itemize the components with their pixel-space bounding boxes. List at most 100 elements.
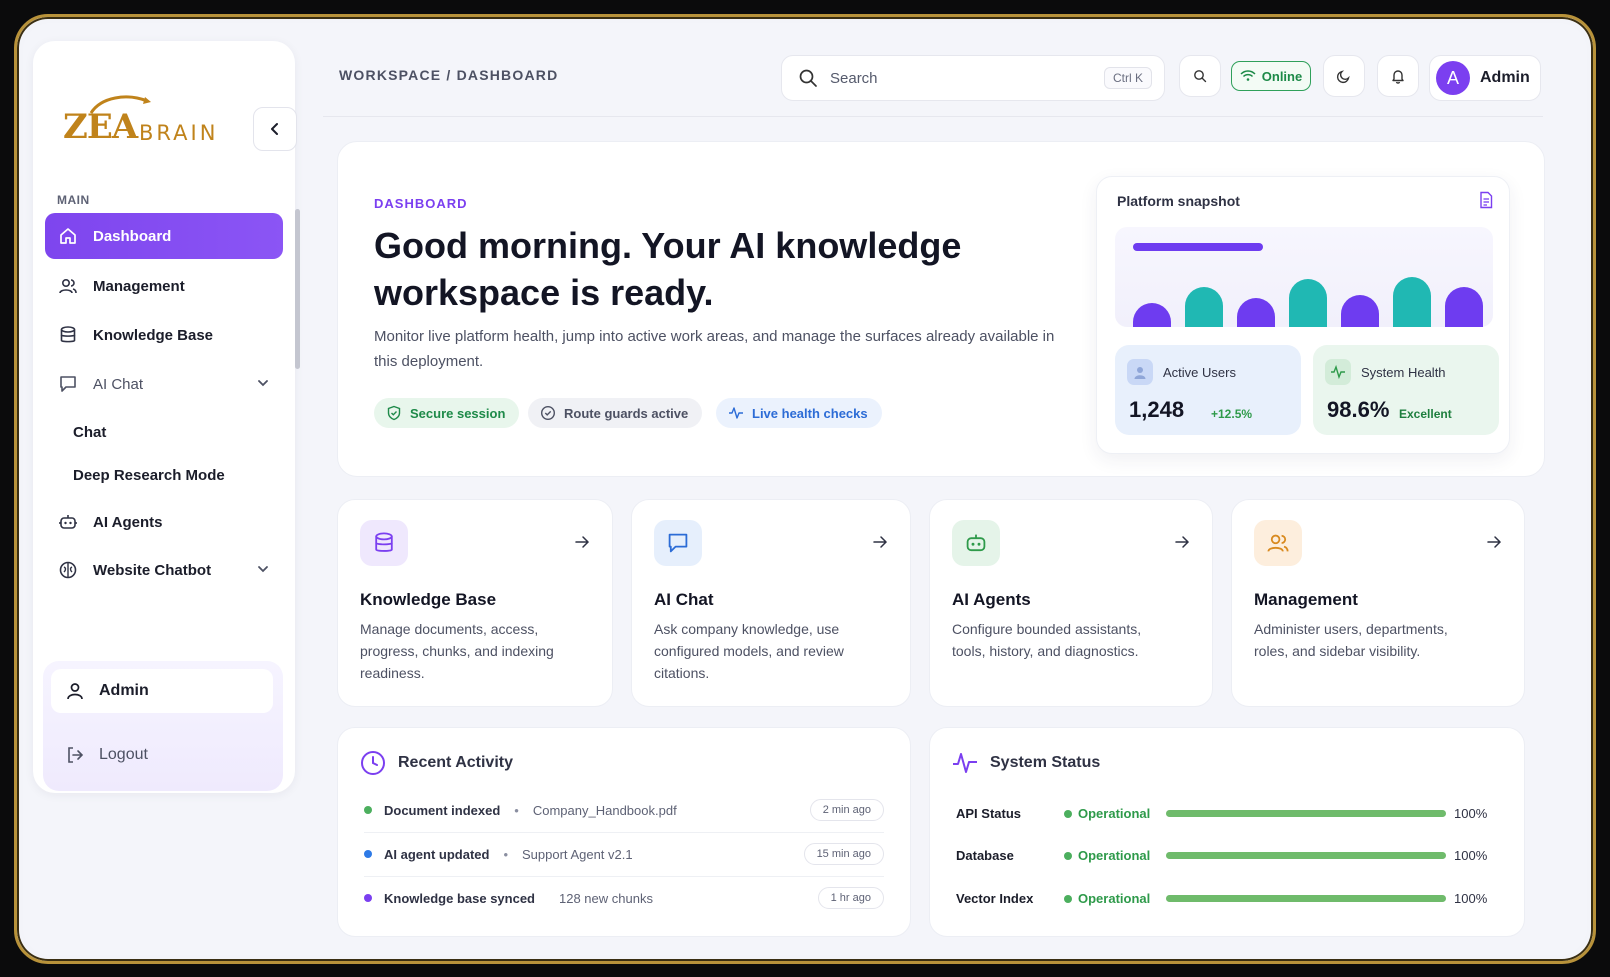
bot-icon [57, 511, 79, 533]
status-dot [1064, 895, 1072, 903]
snapshot-progress-line [1133, 243, 1263, 251]
chevron-left-icon [271, 123, 278, 135]
sidebar-item-label: Knowledge Base [93, 326, 214, 344]
status-dot [364, 850, 372, 858]
status-progress-fill [1166, 852, 1446, 859]
notifications-button[interactable] [1377, 55, 1419, 97]
sidebar-user-panel: Admin Logout [43, 661, 283, 791]
chip-live-health: Live health checks [716, 398, 882, 428]
status-dot [364, 894, 372, 902]
system-status-panel: System Status API Status Operational 100… [929, 727, 1525, 937]
stat-value: 98.6% [1327, 397, 1390, 422]
sidebar-item-label: AI Chat [93, 375, 144, 393]
feature-title: AI Chat [654, 590, 714, 609]
user-icon [65, 681, 85, 701]
sidebar-item-ai-agents[interactable]: AI Agents [45, 499, 283, 545]
online-status-badge: Online [1231, 61, 1311, 91]
stat-status: Excellent [1399, 407, 1452, 421]
sidebar-scrollbar[interactable] [295, 209, 300, 369]
activity-separator: • [503, 846, 509, 862]
feature-title: Management [1254, 590, 1358, 609]
logo-wordmark: ZEA [63, 107, 138, 147]
wifi-icon [1240, 70, 1256, 81]
activity-name: AI agent updated [384, 846, 490, 862]
sidebar-subitem-deep-research[interactable]: Deep Research Mode [73, 467, 225, 484]
feature-title: AI Agents [952, 590, 1031, 609]
sidebar-item-knowledge-base[interactable]: Knowledge Base [45, 312, 283, 358]
stat-label: System Health [1361, 365, 1446, 380]
search-icon [799, 69, 817, 87]
arrow-right-icon [1175, 536, 1190, 548]
activity-row[interactable]: Knowledge base synced 128 new chunks 1 h… [364, 876, 884, 920]
home-icon [57, 225, 79, 247]
search-icon [1194, 70, 1207, 83]
status-dot [364, 806, 372, 814]
search-bar[interactable]: Ctrl K [781, 55, 1165, 101]
feature-description: Manage documents, access, progress, chun… [360, 621, 554, 681]
collapse-sidebar-button[interactable] [253, 107, 297, 151]
status-row-database: Database Operational 100% [956, 846, 1496, 866]
status-progress-track [1166, 810, 1446, 817]
activity-time: 1 hr ago [817, 887, 884, 909]
activity-row[interactable]: AI agent updated • Support Agent v2.1 15… [364, 832, 884, 876]
snapshot-mini-chart [1115, 227, 1493, 327]
stat-change: +12.5% [1211, 407, 1253, 421]
users-icon [1254, 520, 1302, 566]
nav-section-label: MAIN [57, 193, 90, 207]
status-row-vector-index: Vector Index Operational 100% [956, 889, 1496, 909]
activity-detail: Company_Handbook.pdf [532, 802, 677, 818]
logout-label: Logout [99, 746, 148, 763]
snapshot-bar [1445, 287, 1483, 327]
status-state: Operational [1078, 848, 1151, 863]
status-state: Operational [1078, 806, 1151, 821]
status-progress-track [1166, 895, 1446, 902]
sidebar-user-name: Admin [99, 682, 149, 699]
status-name: Database [956, 848, 1014, 863]
snapshot-bar [1133, 303, 1171, 327]
arrow-right-icon [873, 536, 888, 548]
user-menu-button[interactable]: A Admin [1429, 55, 1541, 101]
status-percent: 100% [1454, 891, 1488, 906]
sidebar-item-website-chatbot[interactable]: Website Chatbot [45, 547, 283, 593]
quick-search-button[interactable] [1179, 55, 1221, 97]
app-frame: ZEA BRAIN MAIN Dashboard Management Know… [14, 14, 1596, 964]
feature-card-management[interactable]: Management Administer users, departments… [1231, 499, 1525, 707]
header-divider [323, 116, 1543, 117]
feature-title: Knowledge Base [360, 590, 497, 609]
moon-icon [1336, 70, 1350, 84]
logout-button[interactable]: Logout [65, 745, 148, 765]
hero-description: Monitor live platform health, jump into … [374, 328, 1055, 370]
feature-card-ai-chat[interactable]: AI Chat Ask company knowledge, use confi… [631, 499, 911, 707]
sidebar: ZEA BRAIN MAIN Dashboard Management Know… [33, 41, 300, 793]
clock-icon [361, 751, 385, 775]
activity-row[interactable]: Document indexed • Company_Handbook.pdf … [364, 788, 884, 832]
status-state: Operational [1078, 891, 1151, 906]
theme-toggle-button[interactable] [1323, 55, 1365, 97]
feature-card-knowledge-base[interactable]: Knowledge Base Manage documents, access,… [337, 499, 613, 707]
search-input[interactable] [830, 69, 1090, 87]
feature-card-ai-agents[interactable]: AI Agents Configure bounded assistants, … [929, 499, 1213, 707]
sidebar-user-card[interactable]: Admin [51, 669, 273, 713]
brand-logo[interactable]: ZEA BRAIN [63, 93, 233, 153]
sidebar-item-dashboard[interactable]: Dashboard [45, 213, 283, 259]
recent-activity-panel: Recent Activity Document indexed • Compa… [337, 727, 911, 937]
snapshot-bar [1341, 295, 1379, 327]
platform-snapshot-card: Platform snapshot Active Users 1,248 +12… [1096, 176, 1510, 454]
pulse-icon [1325, 359, 1351, 385]
sidebar-subitem-chat[interactable]: Chat [73, 424, 106, 441]
app-window: ZEA BRAIN MAIN Dashboard Management Know… [23, 23, 1587, 955]
feature-description: Ask company knowledge, use configured mo… [654, 621, 844, 681]
snapshot-bar [1393, 277, 1431, 327]
stat-value: 1,248 [1129, 397, 1185, 422]
bell-icon [1392, 70, 1404, 84]
sidebar-item-label: Website Chatbot [93, 561, 212, 579]
document-icon[interactable] [1477, 191, 1495, 209]
snapshot-bar [1237, 298, 1275, 327]
chip-label: Live health checks [752, 405, 868, 421]
shield-check-icon [387, 405, 401, 421]
database-icon [57, 324, 79, 346]
sidebar-item-management[interactable]: Management [45, 263, 283, 309]
sidebar-item-ai-chat[interactable]: AI Chat [45, 361, 283, 407]
chevron-down-icon [258, 380, 268, 387]
chat-bubble-icon [57, 373, 79, 395]
